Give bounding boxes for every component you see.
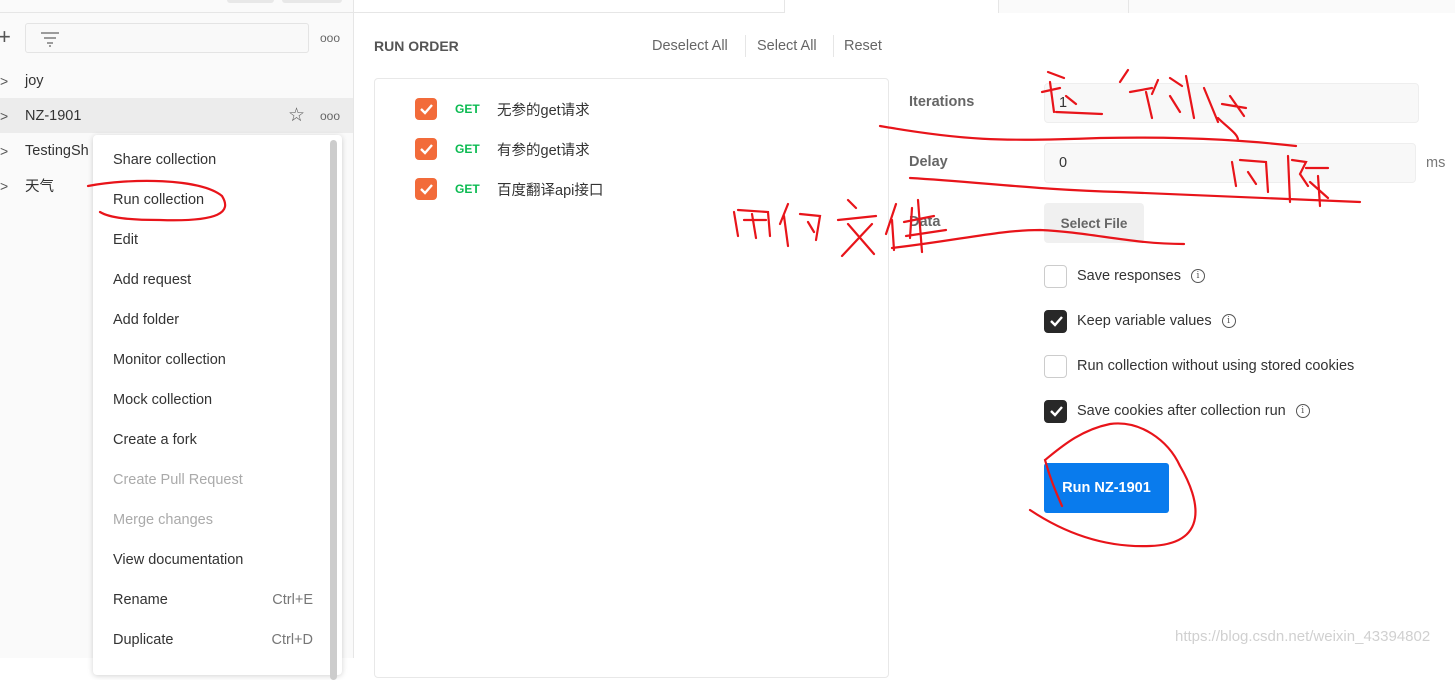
request-name: 有参的get请求	[497, 142, 590, 159]
menu-item: Merge changes	[113, 500, 313, 540]
option-checkbox[interactable]	[1044, 309, 1067, 333]
option-label: Run collection without using stored cook…	[1077, 358, 1355, 374]
filter-icon	[41, 32, 59, 47]
tab[interactable]	[1128, 0, 1455, 13]
option-label: Save responses	[1077, 268, 1181, 284]
request-checkbox[interactable]	[415, 138, 437, 160]
sidebar: + ooo > joy > NZ-1901 ☆ ooo > TestingSh > 天气…	[0, 0, 354, 680]
menu-item-shortcut: Ctrl+D	[271, 632, 314, 648]
data-label: Data	[909, 214, 941, 230]
run-option: Save cookies after collection run i	[1044, 399, 1310, 423]
divider	[833, 35, 834, 57]
menu-item[interactable]: Run collection	[113, 180, 313, 220]
method-badge: GET	[455, 182, 480, 196]
chevron-right-icon: >	[0, 177, 9, 194]
star-icon[interactable]: ☆	[288, 104, 305, 127]
option-checkbox[interactable]	[1044, 264, 1067, 288]
option-checkbox[interactable]	[1044, 354, 1067, 378]
method-badge: GET	[455, 102, 480, 116]
iterations-label: Iterations	[909, 94, 975, 110]
collection-name: 天气	[25, 179, 54, 195]
chevron-right-icon: >	[0, 142, 9, 159]
info-icon[interactable]: i	[1295, 404, 1310, 418]
chevron-right-icon: >	[0, 107, 9, 124]
menu-item-label: View documentation	[113, 552, 244, 568]
method-badge: GET	[455, 142, 480, 156]
menu-item[interactable]: Add folder	[113, 300, 313, 340]
more-dots-icon[interactable]: ooo	[320, 31, 340, 45]
watermark: https://blog.csdn.net/weixin_43394802	[1175, 628, 1431, 645]
run-order-request: GET 有参的get请求	[415, 137, 590, 161]
tab-active[interactable]	[784, 0, 998, 13]
option-checkbox[interactable]	[1044, 399, 1067, 423]
select-all-button[interactable]: Select All	[757, 38, 817, 54]
request-checkbox[interactable]	[415, 98, 437, 120]
menu-item[interactable]: Share collection	[113, 140, 313, 180]
iterations-input[interactable]: 1	[1044, 83, 1419, 123]
more-dots-icon[interactable]: ooo	[320, 109, 340, 123]
menu-item: Create Pull Request	[113, 460, 313, 500]
run-option: Save responses i	[1044, 264, 1205, 288]
delay-label: Delay	[909, 154, 948, 170]
collection-name: NZ-1901	[25, 107, 82, 124]
menu-item-label: Rename	[113, 592, 168, 608]
collection-name: joy	[25, 72, 44, 89]
menu-item-label: Duplicate	[113, 632, 174, 648]
run-option: Run collection without using stored cook…	[1044, 354, 1354, 378]
collection-item[interactable]: > NZ-1901 ☆ ooo	[0, 98, 353, 133]
toolbar-button[interactable]	[227, 0, 274, 3]
option-label: Save cookies after collection run	[1077, 403, 1286, 419]
menu-item-shortcut: Ctrl+E	[272, 592, 313, 608]
request-name: 无参的get请求	[497, 102, 590, 119]
menu-item-label: Add request	[113, 272, 192, 288]
run-option: Keep variable values i	[1044, 309, 1236, 333]
run-order-list: GET 无参的get请求 GET 有参的get请求 GET 百度翻译api接口	[374, 78, 889, 678]
divider	[745, 35, 746, 57]
menu-item-label: Create Pull Request	[113, 472, 243, 488]
menu-item[interactable]: Rename Ctrl+E	[113, 580, 313, 620]
request-name: 百度翻译api接口	[497, 182, 604, 199]
menu-item-label: Edit	[113, 232, 138, 248]
menu-item[interactable]: Mock collection	[113, 380, 313, 420]
collection-name: TestingSh	[25, 142, 89, 159]
delay-unit: ms	[1426, 155, 1446, 171]
select-file-button[interactable]: Select File	[1044, 203, 1144, 243]
context-menu: Share collection Run collection Edit Add re…	[93, 135, 342, 680]
run-order-title: RUN ORDER	[374, 38, 459, 54]
menu-item[interactable]: Edit	[113, 220, 313, 260]
menu-item[interactable]: Monitor collection	[113, 340, 313, 380]
filter-input[interactable]	[25, 23, 309, 53]
menu-item[interactable]: Create a fork	[113, 420, 313, 460]
run-collection-button[interactable]: Run NZ-1901	[1044, 463, 1169, 513]
menu-item-label: Add folder	[113, 312, 180, 328]
menu-item[interactable]: Duplicate Ctrl+D	[113, 620, 313, 660]
delay-input[interactable]: 0	[1044, 143, 1416, 183]
info-icon[interactable]: i	[1221, 314, 1236, 328]
plus-icon[interactable]: +	[0, 26, 11, 48]
request-checkbox[interactable]	[415, 178, 437, 200]
scrollbar[interactable]	[330, 140, 337, 680]
menu-item[interactable]: View documentation	[113, 540, 313, 580]
menu-item-label: Create a fork	[113, 432, 197, 448]
menu-item-label: Merge changes	[113, 512, 213, 528]
info-icon[interactable]: i	[1190, 269, 1205, 283]
menu-item-label: Run collection	[113, 192, 205, 208]
menu-item[interactable]: Add request	[113, 260, 313, 300]
run-order-request: GET 无参的get请求	[415, 97, 590, 121]
collection-item[interactable]: > joy	[0, 63, 353, 98]
reset-button[interactable]: Reset	[844, 38, 882, 54]
toolbar-button[interactable]	[282, 0, 342, 3]
menu-item-label: Mock collection	[113, 392, 213, 408]
menu-item-label: Monitor collection	[113, 352, 226, 368]
deselect-all-button[interactable]: Deselect All	[652, 38, 728, 54]
run-order-request: GET 百度翻译api接口	[415, 177, 603, 201]
chevron-right-icon: >	[0, 72, 9, 89]
tab[interactable]	[998, 0, 1128, 13]
menu-item-label: Share collection	[113, 152, 217, 168]
option-label: Keep variable values	[1077, 313, 1212, 329]
